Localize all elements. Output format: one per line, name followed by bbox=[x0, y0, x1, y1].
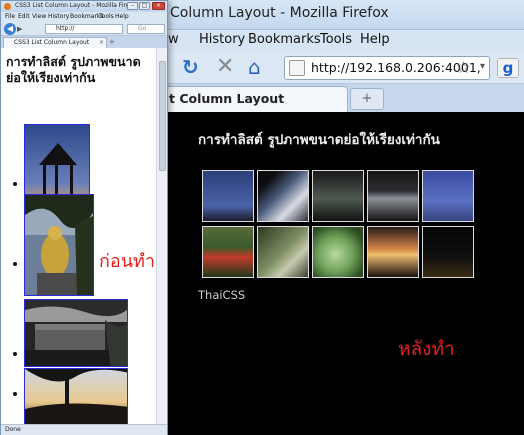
after-label: หลังทำ bbox=[398, 338, 455, 360]
forward-icon[interactable]: ▶ bbox=[17, 25, 22, 33]
star-icon[interactable]: ☆ bbox=[456, 58, 471, 78]
menu-tools[interactable]: Tools bbox=[99, 13, 114, 20]
photo-3[interactable] bbox=[24, 299, 128, 367]
tab-label: t Column Layout bbox=[169, 91, 285, 106]
menu-history[interactable]: History bbox=[199, 32, 245, 47]
title-bar[interactable]: Column Layout - Mozilla Firefox bbox=[160, 0, 524, 30]
menu-help[interactable]: Help bbox=[115, 13, 129, 20]
chevron-down-icon[interactable]: ▾ bbox=[480, 61, 485, 72]
thumbnail-9[interactable] bbox=[367, 226, 419, 278]
menu-edit[interactable]: Edit bbox=[18, 13, 30, 20]
firefox-window-after: Column Layout - Mozilla Firefox ew Histo… bbox=[160, 0, 524, 435]
menu-bookmarks[interactable]: Bookmarks bbox=[248, 32, 321, 47]
back-icon[interactable]: ◀ bbox=[4, 23, 16, 35]
thumbnail-1[interactable] bbox=[202, 170, 254, 222]
photo-4[interactable] bbox=[24, 368, 128, 424]
firefox-window-before: CSS3 List Column Layout - Mozilla Firefo… bbox=[0, 0, 168, 435]
vertical-scrollbar[interactable] bbox=[156, 48, 167, 424]
thumbnail-8[interactable] bbox=[312, 226, 364, 278]
tab-strip: t Column Layout + bbox=[160, 84, 524, 112]
stop-icon[interactable]: ✕ bbox=[216, 56, 234, 78]
desktop: Column Layout - Mozilla Firefox ew Histo… bbox=[0, 0, 524, 435]
menu-file[interactable]: File bbox=[5, 13, 15, 20]
thumbnail-4[interactable] bbox=[367, 170, 419, 222]
url-bar[interactable]: http:// bbox=[45, 24, 123, 34]
window-title: CSS3 List Column Layout - Mozilla Firefo… bbox=[15, 2, 139, 9]
menu-view[interactable]: View bbox=[32, 13, 46, 20]
before-label: ก่อนทำ bbox=[99, 251, 155, 272]
page-content: การทำลิสต์ รูปภาพขนาดย่อให้เรียงเท่ากัน bbox=[1, 48, 167, 424]
thumbnail-2[interactable] bbox=[257, 170, 309, 222]
google-icon[interactable]: g bbox=[497, 58, 519, 78]
new-tab-button[interactable]: + bbox=[109, 38, 115, 46]
list-bullet bbox=[13, 262, 17, 266]
scrollbar-thumb[interactable] bbox=[159, 61, 166, 171]
thumbnail-10[interactable] bbox=[422, 226, 474, 278]
navigation-toolbar: ◀ ▶ http:// Go bbox=[1, 22, 167, 36]
page-heading: การทำลิสต์ รูปภาพขนาดย่อให้เรียงเท่ากัน bbox=[198, 132, 440, 148]
photo-2[interactable] bbox=[24, 194, 94, 296]
list-bullet bbox=[13, 352, 17, 356]
menu-help[interactable]: Help bbox=[360, 32, 390, 47]
menu-history[interactable]: History bbox=[48, 13, 69, 20]
reload-icon[interactable]: ↻ bbox=[182, 56, 199, 78]
close-tab-icon[interactable]: × bbox=[99, 39, 104, 46]
thumbnail-3[interactable] bbox=[312, 170, 364, 222]
title-bar[interactable]: CSS3 List Column Layout - Mozilla Firefo… bbox=[1, 1, 167, 12]
thumbnail-7[interactable] bbox=[257, 226, 309, 278]
tab-strip: CSS3 List Column Layout × + bbox=[1, 36, 167, 48]
navigation-toolbar: ↻ ✕ ⌂ http://192.168.0.206:4001, ☆ ▾ g bbox=[160, 52, 524, 84]
thumbnail-5[interactable] bbox=[422, 170, 474, 222]
new-tab-button[interactable]: + bbox=[350, 88, 384, 110]
status-text: Done bbox=[5, 426, 21, 433]
close-button[interactable]: × bbox=[152, 2, 165, 10]
page-content: การทำลิสต์ รูปภาพขนาดย่อให้เรียงเท่ากัน … bbox=[160, 112, 524, 435]
list-bullet bbox=[13, 182, 17, 186]
maximize-button[interactable]: □ bbox=[139, 2, 150, 10]
menu-bar: File Edit View History Bookmarks Tools H… bbox=[1, 12, 167, 22]
home-icon[interactable]: ⌂ bbox=[248, 56, 261, 78]
minimize-button[interactable]: – bbox=[127, 2, 138, 10]
menu-bar: ew History Bookmarks Tools Help bbox=[160, 30, 524, 52]
site-identity-icon[interactable] bbox=[289, 60, 305, 76]
list-bullet bbox=[13, 392, 17, 396]
page-heading: การทำลิสต์ รูปภาพขนาดย่อให้เรียงเท่ากัน bbox=[6, 54, 141, 85]
tab-list-column-layout[interactable]: CSS3 List Column Layout × bbox=[3, 37, 107, 48]
url-bar[interactable]: http://192.168.0.206:4001, ☆ ▾ bbox=[284, 56, 490, 80]
credit-text: ThaiCSS bbox=[198, 288, 246, 302]
menu-tools[interactable]: Tools bbox=[320, 32, 352, 47]
tab-list-column-layout[interactable]: t Column Layout bbox=[160, 86, 348, 112]
tab-label: CSS3 List Column Layout bbox=[14, 39, 90, 46]
search-box[interactable]: Go bbox=[127, 24, 165, 34]
window-title: Column Layout - Mozilla Firefox bbox=[170, 5, 389, 21]
firefox-icon bbox=[4, 3, 11, 10]
thumbnail-6[interactable] bbox=[202, 226, 254, 278]
status-bar: Done bbox=[1, 424, 167, 435]
